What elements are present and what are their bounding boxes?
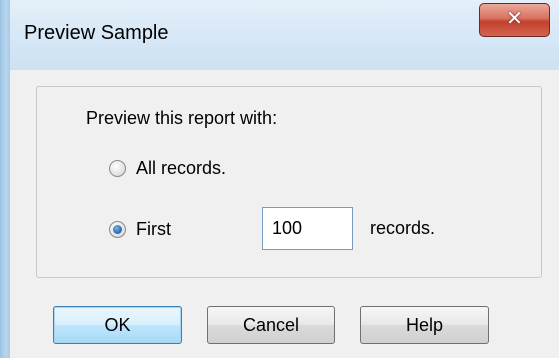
dialog-body: Preview this report with: All records. F… <box>10 70 559 358</box>
records-suffix-label: records. <box>370 218 436 238</box>
first-records-label[interactable]: First <box>136 219 171 240</box>
all-records-label[interactable]: All records. <box>136 158 226 179</box>
ok-button[interactable]: OK <box>53 306 182 344</box>
dialog-window: Preview Sample ✕ Preview this report wit… <box>0 0 559 358</box>
record-count-input[interactable] <box>262 207 353 250</box>
title-bar[interactable]: Preview Sample ✕ <box>10 0 559 70</box>
all-records-option[interactable]: All records. <box>109 158 226 179</box>
close-button[interactable]: ✕ <box>479 3 550 37</box>
help-button[interactable]: Help <box>360 306 489 344</box>
all-records-radio[interactable] <box>109 160 126 177</box>
close-icon: ✕ <box>506 6 523 30</box>
dialog-title: Preview Sample <box>24 22 169 44</box>
cancel-button[interactable]: Cancel <box>207 306 335 344</box>
first-records-option[interactable]: First <box>109 219 171 240</box>
background-window-edge <box>0 0 10 358</box>
first-records-radio[interactable] <box>109 221 126 238</box>
preview-prompt-label: Preview this report with: <box>86 108 278 128</box>
